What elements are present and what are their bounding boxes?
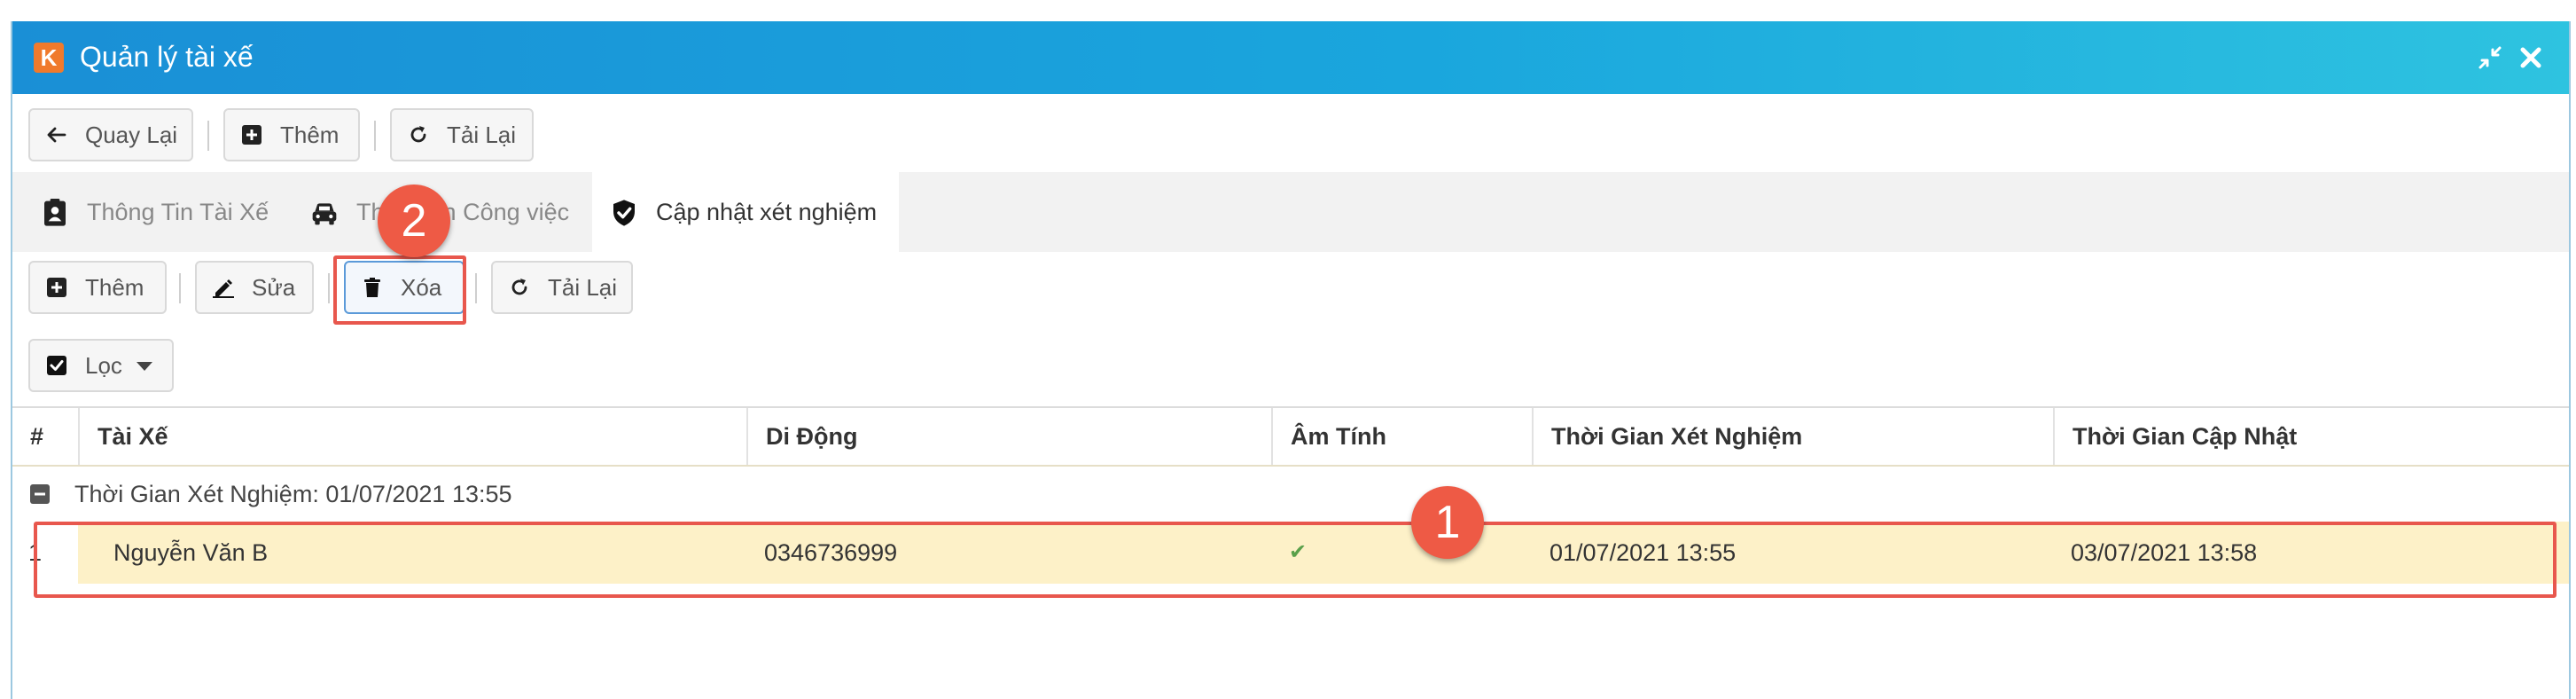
column-header-mobile[interactable]: Di Động [746, 408, 1271, 465]
edit-button-label: Sửa [252, 274, 296, 301]
add-button-label: Thêm [280, 122, 340, 148]
refresh-icon [511, 279, 527, 295]
caret-down-icon [137, 362, 152, 371]
tab-test-update[interactable]: Cập nhật xét nghiệm [592, 172, 899, 252]
toolbar-separator [179, 273, 181, 303]
toolbar-separator [207, 121, 209, 151]
column-header-test-time[interactable]: Thời Gian Xét Nghiệm [1532, 408, 2053, 465]
add-button[interactable]: Thêm [223, 108, 360, 161]
collapse-minus-icon[interactable] [30, 484, 50, 504]
checkbox-checked-icon [47, 356, 66, 375]
back-button[interactable]: Quay Lại [28, 108, 193, 161]
filter-dropdown[interactable]: Lọc [28, 339, 174, 392]
column-header-driver[interactable]: Tài Xế [78, 408, 746, 465]
window-title: Quản lý tài xế [80, 41, 254, 73]
column-header-index[interactable]: # [12, 408, 78, 465]
tab-test-update-label: Cập nhật xét nghiệm [656, 199, 878, 225]
edit-button[interactable]: Sửa [195, 261, 314, 314]
arrow-left-icon [47, 127, 66, 143]
sub-add-button[interactable]: Thêm [28, 261, 167, 314]
callout-badge-1: 1 [1411, 486, 1484, 559]
close-icon[interactable] [2517, 44, 2544, 71]
group-row[interactable]: Thời Gian Xét Nghiệm: 01/07/2021 13:55 [12, 467, 2569, 523]
sub-add-button-label: Thêm [85, 274, 144, 301]
window-titlebar: K Quản lý tài xế [12, 21, 2569, 94]
shield-check-icon [613, 200, 635, 226]
toolbar-separator [475, 273, 477, 303]
group-label: Thời Gian Xét Nghiệm: 01/07/2021 13:55 [74, 481, 512, 507]
car-icon [312, 203, 337, 225]
toolbar-separator [328, 273, 330, 303]
grid-header: # Tài Xế Di Động Âm Tính Thời Gian Xét N… [12, 406, 2569, 468]
back-button-label: Quay Lại [85, 122, 178, 148]
callout-highlight-delete [333, 255, 466, 325]
reload-button-label: Tải Lại [447, 122, 517, 148]
plus-square-icon [47, 278, 66, 297]
tab-driver-info-label: Thông Tin Tài Xế [87, 199, 269, 225]
column-header-negative[interactable]: Âm Tính [1271, 408, 1532, 465]
callout-badge-2: 2 [378, 185, 450, 257]
pencil-icon [213, 279, 234, 298]
sub-reload-button[interactable]: Tải Lại [491, 261, 633, 314]
tab-driver-info[interactable]: Thông Tin Tài Xế [28, 172, 294, 252]
column-header-updated-time[interactable]: Thời Gian Cập Nhật [2053, 408, 2569, 465]
callout-highlight-row [34, 522, 2556, 598]
reload-button[interactable]: Tải Lại [390, 108, 534, 161]
contact-card-icon [44, 199, 66, 226]
plus-square-icon [242, 125, 262, 145]
sub-reload-button-label: Tải Lại [548, 274, 618, 301]
toolbar-separator [374, 121, 376, 151]
refresh-icon [410, 126, 426, 143]
minimize-collapse-icon[interactable] [2477, 44, 2503, 71]
app-logo: K [34, 43, 64, 73]
filter-label: Lọc [85, 352, 122, 379]
